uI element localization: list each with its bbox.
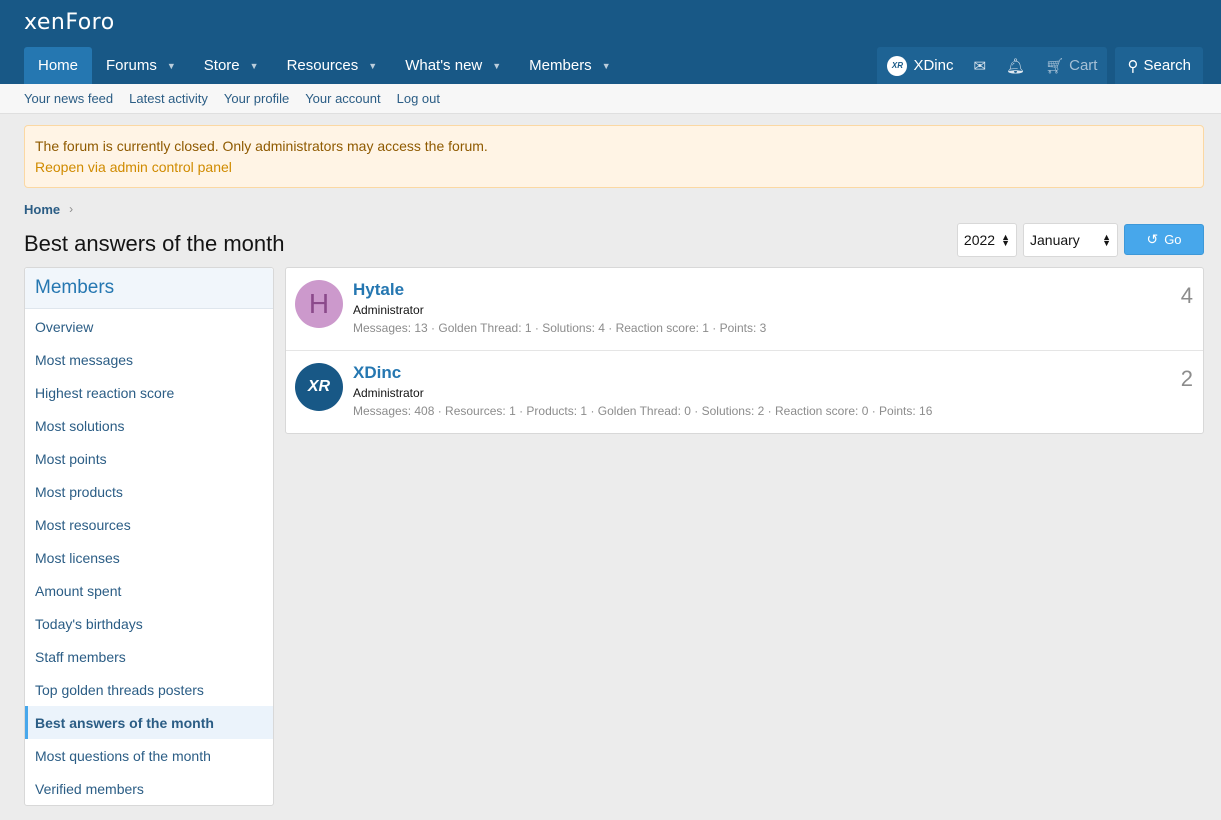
nav-store-label: Store	[203, 57, 240, 74]
year-select[interactable]: 2022 ▲ ▼	[956, 223, 1017, 257]
user-nav: XR XDinc ✉ 🔔︎ 🛒︎ Cart ⚲ Search	[869, 47, 1203, 84]
cart-button[interactable]: 🛒︎ Cart	[1035, 47, 1107, 84]
reopen-link[interactable]: Reopen via admin control panel	[35, 157, 1193, 178]
nav-store[interactable]: Store ▼	[190, 47, 273, 84]
sidebar-list: Overview Most messages Highest reaction …	[25, 309, 273, 805]
date-filter: 2022 ▲ ▼ January ▲ ▼ ↺ Go	[956, 223, 1204, 257]
year-value: 2022	[963, 232, 996, 248]
member-list: H Hytale Administrator Messages: 13 · Go…	[285, 267, 1204, 434]
page-title: Best answers of the month	[24, 231, 285, 256]
account-group: XR XDinc ✉ 🔔︎ 🛒︎ Cart	[877, 47, 1108, 84]
subnav-your-profile[interactable]: Your profile	[224, 91, 289, 106]
nav-members-label: Members	[529, 57, 592, 74]
list-item: XR XDinc Administrator Messages: 408 · R…	[286, 351, 1203, 433]
sidebar-item-most-licenses[interactable]: Most licenses	[25, 541, 273, 574]
sidebar-item-todays-birthdays[interactable]: Today's birthdays	[25, 607, 273, 640]
avatar[interactable]: H	[295, 280, 343, 328]
search-label: Search	[1143, 57, 1191, 74]
sidebar-item-top-golden-threads[interactable]: Top golden threads posters	[25, 673, 273, 706]
cart-label: Cart	[1069, 57, 1098, 74]
go-button[interactable]: ↺ Go	[1124, 224, 1204, 255]
member-name[interactable]: Hytale	[353, 280, 404, 300]
subnav-latest-activity[interactable]: Latest activity	[129, 91, 208, 106]
go-label: Go	[1164, 232, 1182, 247]
breadcrumb-home[interactable]: Home	[24, 202, 60, 217]
caret-down-icon[interactable]: ▼	[602, 61, 611, 71]
nav-members[interactable]: Members ▼	[515, 47, 624, 84]
bell-icon: 🔔︎	[1006, 57, 1026, 75]
search-button[interactable]: ⚲ Search	[1115, 47, 1203, 84]
alerts-button[interactable]: 🔔︎	[996, 47, 1035, 84]
sidebar-item-amount-spent[interactable]: Amount spent	[25, 574, 273, 607]
account-button[interactable]: XR XDinc	[877, 47, 963, 84]
nav-whats-new-label: What's new	[405, 57, 483, 74]
sidebar-item-staff-members[interactable]: Staff members	[25, 640, 273, 673]
nav-resources-label: Resources	[286, 57, 359, 74]
members-sidebar: Members Overview Most messages Highest r…	[24, 267, 274, 806]
month-select[interactable]: January ▲ ▼	[1023, 223, 1118, 257]
member-name[interactable]: XDinc	[353, 363, 401, 383]
member-stats: Messages: 13 · Golden Thread: 1 · Soluti…	[353, 321, 767, 335]
select-arrows-icon: ▲ ▼	[1102, 232, 1111, 248]
site-logo[interactable]: xenForo	[24, 10, 115, 35]
select-arrows-icon: ▲ ▼	[1001, 232, 1010, 248]
notice-message: The forum is currently closed. Only admi…	[35, 138, 488, 154]
sidebar-item-most-products[interactable]: Most products	[25, 475, 273, 508]
cart-icon: 🛒︎	[1045, 57, 1065, 75]
sidebar-item-most-points[interactable]: Most points	[25, 442, 273, 475]
list-item: H Hytale Administrator Messages: 13 · Go…	[286, 268, 1203, 351]
nav-home-label: Home	[38, 57, 79, 74]
main-nav: Home Forums ▼ Store ▼ Resources ▼ What's ne…	[24, 47, 625, 84]
sidebar-item-most-messages[interactable]: Most messages	[25, 343, 273, 376]
sidebar-item-most-questions[interactable]: Most questions of the month	[25, 739, 273, 772]
sidebar-item-overview[interactable]: Overview	[25, 310, 273, 343]
member-count: 2	[1180, 366, 1193, 391]
inbox-button[interactable]: ✉	[963, 47, 996, 84]
sidebar-item-best-answers[interactable]: Best answers of the month	[25, 706, 273, 739]
envelope-icon: ✉	[973, 57, 987, 75]
search-group: ⚲ Search	[1115, 47, 1203, 84]
subnav-news-feed[interactable]: Your news feed	[24, 91, 113, 106]
nav-forums[interactable]: Forums ▼	[92, 47, 190, 84]
user-avatar-small: XR	[887, 55, 908, 76]
sidebar-item-highest-reaction-score[interactable]: Highest reaction score	[25, 376, 273, 409]
breadcrumb: Home ›	[24, 201, 1221, 217]
nav-resources[interactable]: Resources ▼	[273, 47, 392, 84]
member-title: Administrator	[353, 386, 424, 400]
title-row: Best answers of the month 2022 ▲ ▼ Januar…	[0, 223, 1221, 267]
sidebar-item-verified-members[interactable]: Verified members	[25, 772, 273, 805]
caret-down-icon[interactable]: ▼	[167, 61, 176, 71]
sub-nav: Your news feed Latest activity Your prof…	[0, 84, 1221, 114]
sidebar-item-most-resources[interactable]: Most resources	[25, 508, 273, 541]
caret-down-icon[interactable]: ▼	[368, 61, 377, 71]
nav-whats-new[interactable]: What's new ▼	[391, 47, 515, 84]
nav-forums-label: Forums	[106, 57, 157, 74]
member-count: 4	[1180, 283, 1193, 308]
site-header: xenForo Home Forums ▼ Store ▼ Resources ▼ W…	[0, 0, 1221, 84]
member-title: Administrator	[353, 303, 424, 317]
subnav-log-out[interactable]: Log out	[397, 91, 440, 106]
search-icon: ⚲	[1127, 57, 1139, 75]
caret-down-icon[interactable]: ▼	[250, 61, 259, 71]
nav-home[interactable]: Home	[24, 47, 93, 84]
history-icon: ↺	[1146, 231, 1159, 247]
avatar[interactable]: XR	[295, 363, 343, 411]
account-username: XDinc	[913, 57, 954, 74]
forum-closed-notice: The forum is currently closed. Only admi…	[24, 125, 1204, 188]
month-value: January	[1030, 232, 1080, 248]
subnav-your-account[interactable]: Your account	[305, 91, 380, 106]
chevron-right-icon: ›	[69, 202, 74, 216]
sidebar-item-most-solutions[interactable]: Most solutions	[25, 409, 273, 442]
caret-down-icon[interactable]: ▼	[492, 61, 501, 71]
member-stats: Messages: 408 · Resources: 1 · Products:…	[353, 404, 933, 418]
sidebar-heading: Members	[25, 268, 273, 309]
